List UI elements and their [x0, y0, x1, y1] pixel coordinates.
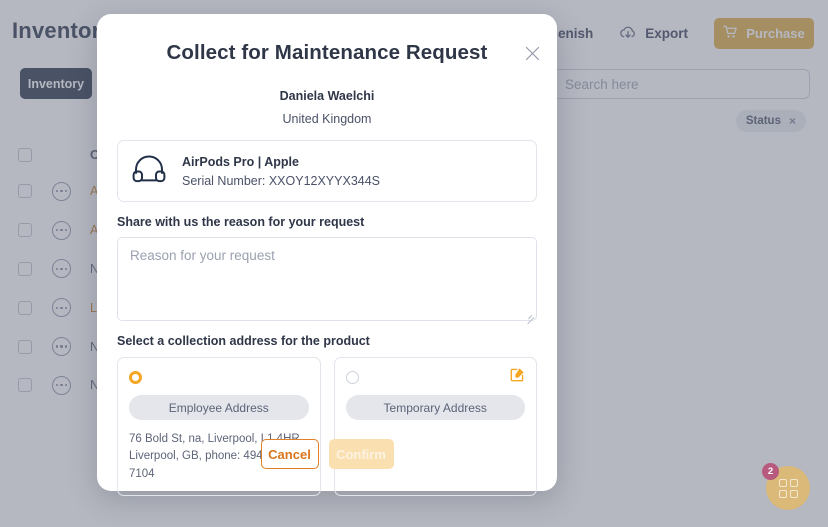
- radio-temporary-address[interactable]: [345, 370, 359, 384]
- address-options: Employee Address 76 Bold St, na, Liverpo…: [117, 357, 537, 496]
- address-card-employee[interactable]: Employee Address 76 Bold St, na, Liverpo…: [117, 357, 321, 496]
- grid-apps-icon: [778, 478, 798, 498]
- address-card-temporary[interactable]: Temporary Address: [333, 357, 537, 496]
- edit-square-icon[interactable]: [510, 367, 525, 387]
- close-icon[interactable]: [521, 42, 543, 64]
- cancel-button[interactable]: Cancel: [260, 439, 319, 469]
- modal-actions: Cancel Confirm: [97, 439, 557, 469]
- temporary-address-pill: Temporary Address: [345, 395, 525, 420]
- resize-handle-icon[interactable]: [525, 309, 535, 325]
- product-card: AirPods Pro | Apple Serial Number: XXOY1…: [117, 140, 537, 202]
- person-name: Daniela Waelchi: [279, 89, 375, 103]
- collect-maintenance-modal: Collect for Maintenance Request Daniela …: [97, 14, 557, 496]
- radio-employee-address[interactable]: [129, 370, 142, 384]
- address-label: Select a collection address for the prod…: [117, 334, 370, 348]
- headphones-icon: [132, 154, 166, 189]
- person-country: United Kingdom: [282, 112, 372, 126]
- reason-textarea[interactable]: Reason for your request: [117, 237, 537, 325]
- product-serial: Serial Number: XXOY12XYYX344S: [182, 173, 381, 188]
- app-root: Inventory Replenish Export Purchase Inve…: [0, 0, 828, 527]
- confirm-button[interactable]: Confirm: [328, 439, 394, 469]
- reason-label: Share with us the reason for your reques…: [117, 215, 365, 229]
- modal-title: Collect for Maintenance Request: [166, 41, 488, 64]
- product-name: AirPods Pro | Apple: [182, 154, 299, 169]
- employee-address-pill: Employee Address: [129, 395, 309, 420]
- fab-badge-count: 2: [762, 463, 779, 480]
- apps-fab-button[interactable]: 2: [762, 463, 810, 510]
